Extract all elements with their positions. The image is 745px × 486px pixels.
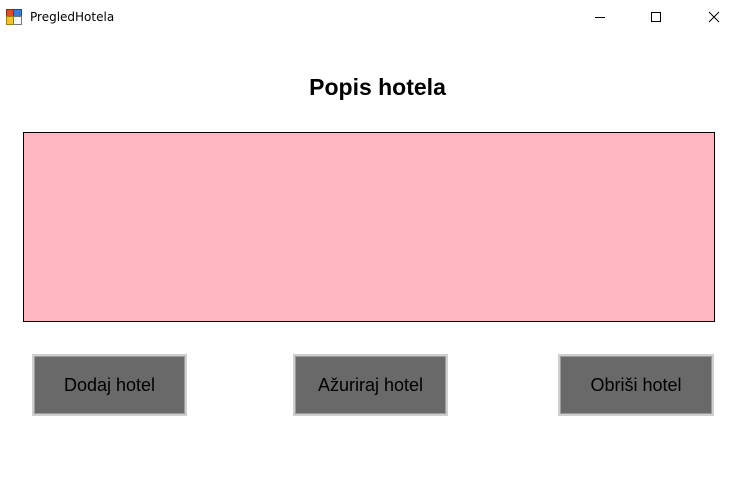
maximize-button[interactable] xyxy=(633,0,679,34)
close-icon xyxy=(708,11,720,23)
update-hotel-button[interactable]: Ažuriraj hotel xyxy=(293,354,448,416)
title-bar[interactable]: PregledHotela xyxy=(0,0,745,34)
delete-hotel-button[interactable]: Obriši hotel xyxy=(558,354,714,416)
main-window: PregledHotela Popis hotela Dodaj hotel A… xyxy=(0,0,745,486)
close-button[interactable] xyxy=(691,0,737,34)
maximize-icon xyxy=(651,12,661,22)
window-title: PregledHotela xyxy=(30,10,115,24)
add-hotel-button[interactable]: Dodaj hotel xyxy=(32,354,187,416)
app-icon xyxy=(6,9,22,25)
minimize-icon xyxy=(595,17,605,18)
hotel-list[interactable] xyxy=(23,132,715,322)
page-title: Popis hotela xyxy=(309,74,446,100)
minimize-button[interactable] xyxy=(577,0,623,34)
